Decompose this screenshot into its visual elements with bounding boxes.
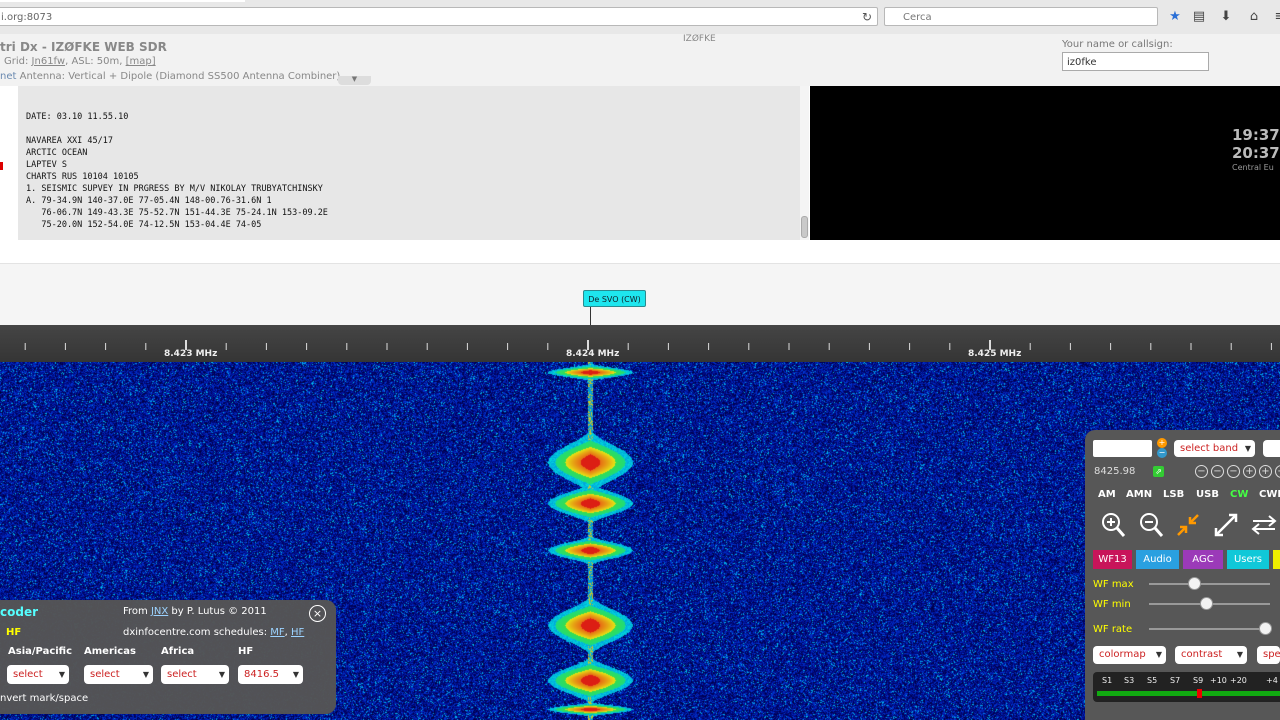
map-link[interactable]: [map] <box>126 56 156 67</box>
schedules-line: dxinfocentre.com schedules: MF, HF <box>123 627 305 638</box>
wf-rate-track[interactable] <box>1149 628 1270 630</box>
column-heading: HF <box>238 646 254 657</box>
step-up-medium-icon[interactable]: + <box>1259 465 1272 478</box>
download-icon[interactable]: ⬇ <box>1217 8 1235 26</box>
step-down-small-icon[interactable]: − <box>1227 465 1240 478</box>
tab-agc[interactable]: AGC <box>1183 550 1223 569</box>
callsign-input[interactable]: iz0fke <box>1062 52 1209 71</box>
jnx-link[interactable]: JNX <box>151 606 168 617</box>
collapse-header-toggle[interactable]: ▼ <box>338 76 371 85</box>
smeter-label: S1 <box>1102 676 1113 685</box>
tab-wf[interactable]: WF13 <box>1093 550 1132 569</box>
hf-schedule-link[interactable]: HF <box>291 627 304 638</box>
tab-users[interactable]: Users <box>1227 550 1269 569</box>
decoder-band-label: HF <box>6 627 22 638</box>
extra-select[interactable] <box>1263 440 1280 457</box>
mode-usb[interactable]: USB <box>1196 489 1219 500</box>
wf-min-slider-knob[interactable] <box>1199 597 1213 610</box>
wf-max-track[interactable] <box>1149 583 1270 585</box>
slider-label: WF rate <box>1093 624 1133 635</box>
name-label: Your name or callsign: <box>1062 39 1173 50</box>
s-meter <box>1093 672 1280 702</box>
mark-indicator <box>0 162 3 170</box>
column-heading: Africa <box>161 646 195 657</box>
tab-strip <box>0 0 245 2</box>
tab-audio[interactable]: Audio <box>1136 550 1179 569</box>
frequency-memory-icon[interactable]: ⇗ <box>1153 466 1164 477</box>
scale-label: 8.425 MHz <box>968 349 1022 359</box>
smeter-label: S3 <box>1124 676 1135 685</box>
close-icon[interactable]: × <box>309 605 326 622</box>
utc-time: 19:37 <box>1232 126 1280 144</box>
hf-frequency-select[interactable]: 8416.5 ▼ <box>238 665 303 684</box>
mode-lsb[interactable]: LSB <box>1163 489 1184 500</box>
frequency-input[interactable] <box>1093 440 1152 457</box>
colormap-select[interactable]: colormap ▼ <box>1093 646 1166 664</box>
band-select[interactable]: select band ▼ <box>1174 440 1255 457</box>
spectrum-select[interactable]: spe <box>1257 646 1280 664</box>
zoom-max-in-icon[interactable] <box>1172 510 1204 542</box>
smeter-label: +20 <box>1230 676 1247 685</box>
reading-list-icon[interactable]: ▤ <box>1190 8 1208 26</box>
frequency-stepper[interactable]: + − <box>1157 438 1167 458</box>
station-marker-line <box>590 307 591 325</box>
reload-icon[interactable]: ↻ <box>858 8 876 26</box>
timezone-label: Central Eu <box>1232 163 1274 172</box>
scale-label: 8.424 MHz <box>566 349 620 359</box>
antenna-info: net Antenna: Vertical + Dipole (Diamond … <box>0 71 341 82</box>
invert-mark-space-option[interactable]: nvert mark/space <box>0 693 88 704</box>
mode-am[interactable]: AM <box>1098 489 1116 500</box>
local-time: 20:37 <box>1232 144 1280 162</box>
url-bar[interactable]: i.org:8073 <box>0 7 878 26</box>
grid-link[interactable]: Jn61fw <box>32 56 66 67</box>
clock-panel <box>810 86 1280 240</box>
contrast-select[interactable]: contrast ▼ <box>1175 646 1247 664</box>
americas-select[interactable]: select ▼ <box>84 665 153 684</box>
smeter-label: +10 <box>1210 676 1227 685</box>
wf-max-slider-knob[interactable] <box>1187 577 1201 590</box>
frequency-readout: 8425.98 <box>1094 466 1136 477</box>
station-label[interactable]: De SVO (CW) <box>583 290 646 307</box>
step-down-large-icon[interactable]: − <box>1195 465 1208 478</box>
column-heading: Americas <box>84 646 136 657</box>
smeter-label: S7 <box>1170 676 1181 685</box>
center-callsign: IZØFKE <box>683 34 716 44</box>
step-up-small-icon[interactable]: + <box>1243 465 1256 478</box>
grid-info: Grid: Jn61fw, ASL: 50m, [map] <box>4 56 156 67</box>
scale-label: 8.423 MHz <box>164 349 218 359</box>
tab-more[interactable] <box>1273 550 1280 569</box>
search-input[interactable]: Cerca <box>884 7 1158 26</box>
asia-pacific-select[interactable]: select ▼ <box>7 665 69 684</box>
slider-label: WF min <box>1093 599 1131 610</box>
page-title: tri Dx - IZØFKE WEB SDR <box>0 40 167 54</box>
menu-icon[interactable]: ≡ <box>1271 8 1280 26</box>
smeter-level-marker <box>1197 689 1202 698</box>
bookmark-star-icon[interactable]: ★ <box>1166 8 1184 26</box>
mf-schedule-link[interactable]: MF <box>270 627 284 638</box>
smeter-label: S5 <box>1147 676 1158 685</box>
mode-cw[interactable]: CW <box>1230 489 1248 500</box>
swap-icon[interactable] <box>1248 510 1280 542</box>
decoder-title: coder <box>0 605 39 619</box>
column-heading: Asia/Pacific <box>8 646 73 657</box>
zoom-max-out-icon[interactable] <box>1210 510 1242 542</box>
zoom-in-icon[interactable] <box>1097 510 1129 542</box>
mode-cwn[interactable]: CWN <box>1259 489 1280 500</box>
smeter-label: +4 <box>1266 676 1278 685</box>
scrollbar-thumb[interactable] <box>801 216 808 238</box>
decoder-credit: From JNX by P. Lutus © 2011 <box>123 606 267 617</box>
decoder-output-text: DATE: 03.10 11.55.10 NAVAREA XXI 45/17 A… <box>26 112 328 230</box>
step-down-icon[interactable]: − <box>1157 448 1167 458</box>
slider-label: WF max <box>1093 579 1134 590</box>
home-icon[interactable]: ⌂ <box>1245 8 1263 26</box>
africa-select[interactable]: select ▼ <box>161 665 229 684</box>
step-up-icon[interactable]: + <box>1157 438 1167 448</box>
zoom-out-icon[interactable] <box>1135 510 1167 542</box>
step-down-medium-icon[interactable]: − <box>1211 465 1224 478</box>
smeter-label: S9 <box>1193 676 1204 685</box>
smeter-bar <box>1097 691 1280 696</box>
mode-amn[interactable]: AMN <box>1126 489 1152 500</box>
